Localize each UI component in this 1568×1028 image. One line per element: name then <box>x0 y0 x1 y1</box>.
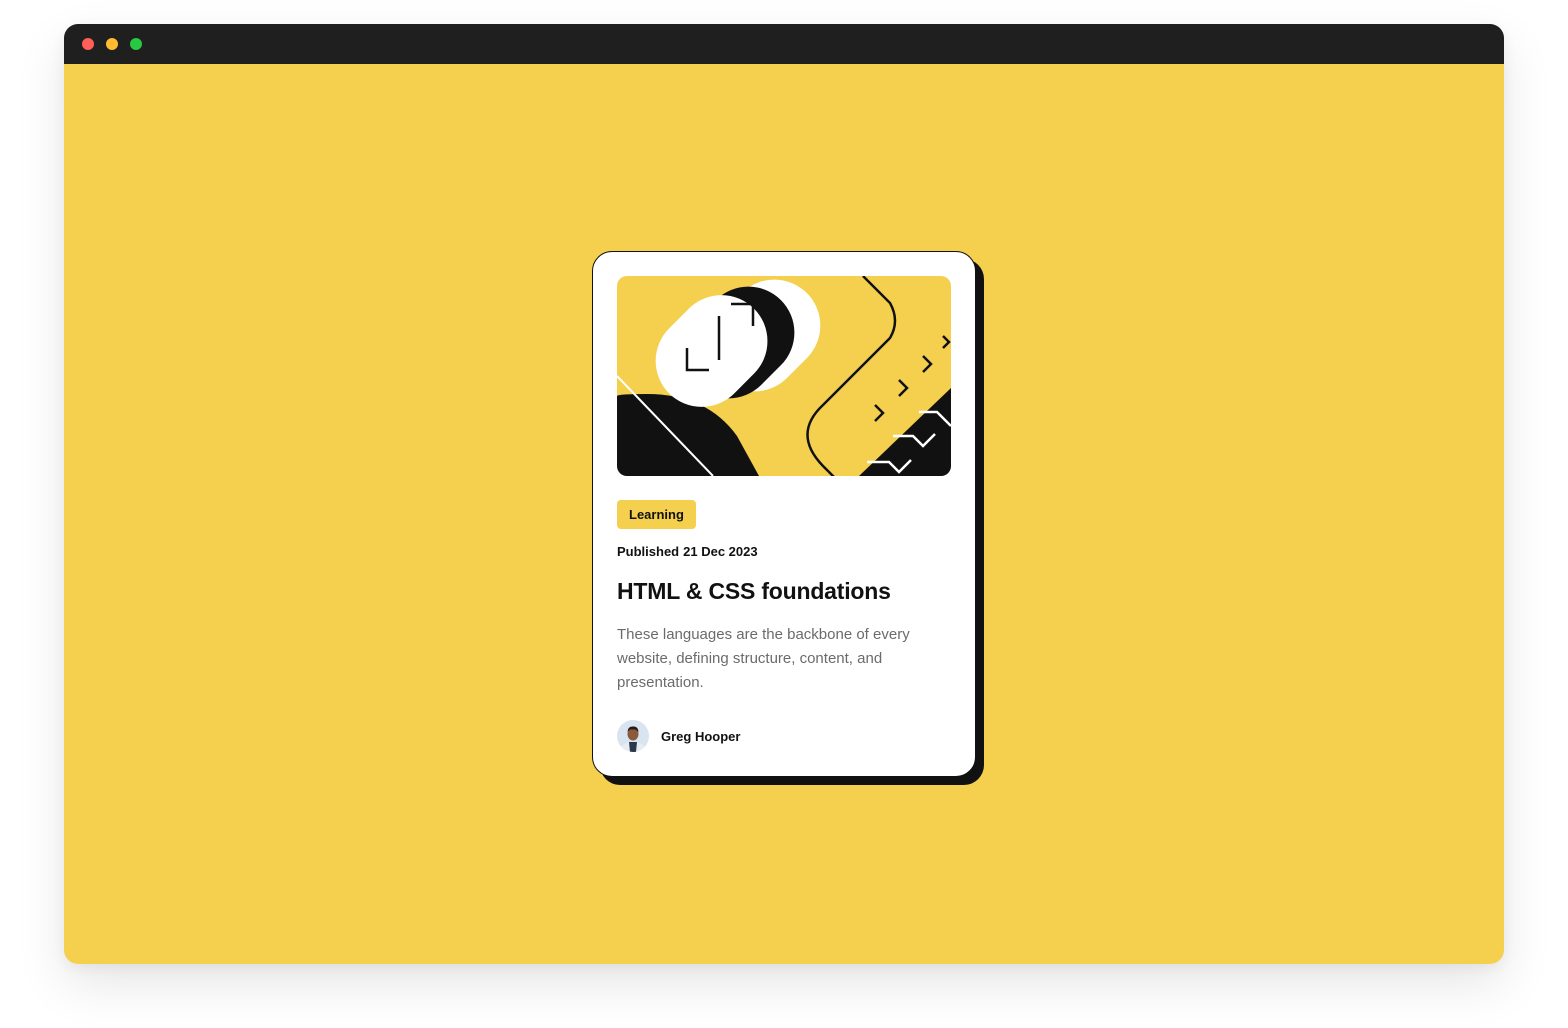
window-titlebar <box>64 24 1504 64</box>
close-window-dot-icon[interactable] <box>82 38 94 50</box>
published-date: 21 Dec 2023 <box>683 544 758 559</box>
card-description: These languages are the backbone of ever… <box>617 626 910 691</box>
minimize-window-dot-icon[interactable] <box>106 38 118 50</box>
maximize-window-dot-icon[interactable] <box>130 38 142 50</box>
card-title[interactable]: HTML & CSS foundations <box>617 578 951 605</box>
author-row: Greg Hooper <box>617 720 951 752</box>
author-name[interactable]: Greg Hooper <box>661 729 740 744</box>
published-line: Published 21 Dec 2023 <box>617 544 951 559</box>
published-label: Published <box>617 544 680 559</box>
blog-preview-card: Learning Published 21 Dec 2023 HTML & CS… <box>592 251 976 777</box>
category-tag[interactable]: Learning <box>617 500 696 529</box>
person-avatar-icon <box>617 720 649 752</box>
browser-window: Learning Published 21 Dec 2023 HTML & CS… <box>64 24 1504 964</box>
page-viewport: Learning Published 21 Dec 2023 HTML & CS… <box>64 64 1504 964</box>
hero-illustration <box>617 276 951 476</box>
